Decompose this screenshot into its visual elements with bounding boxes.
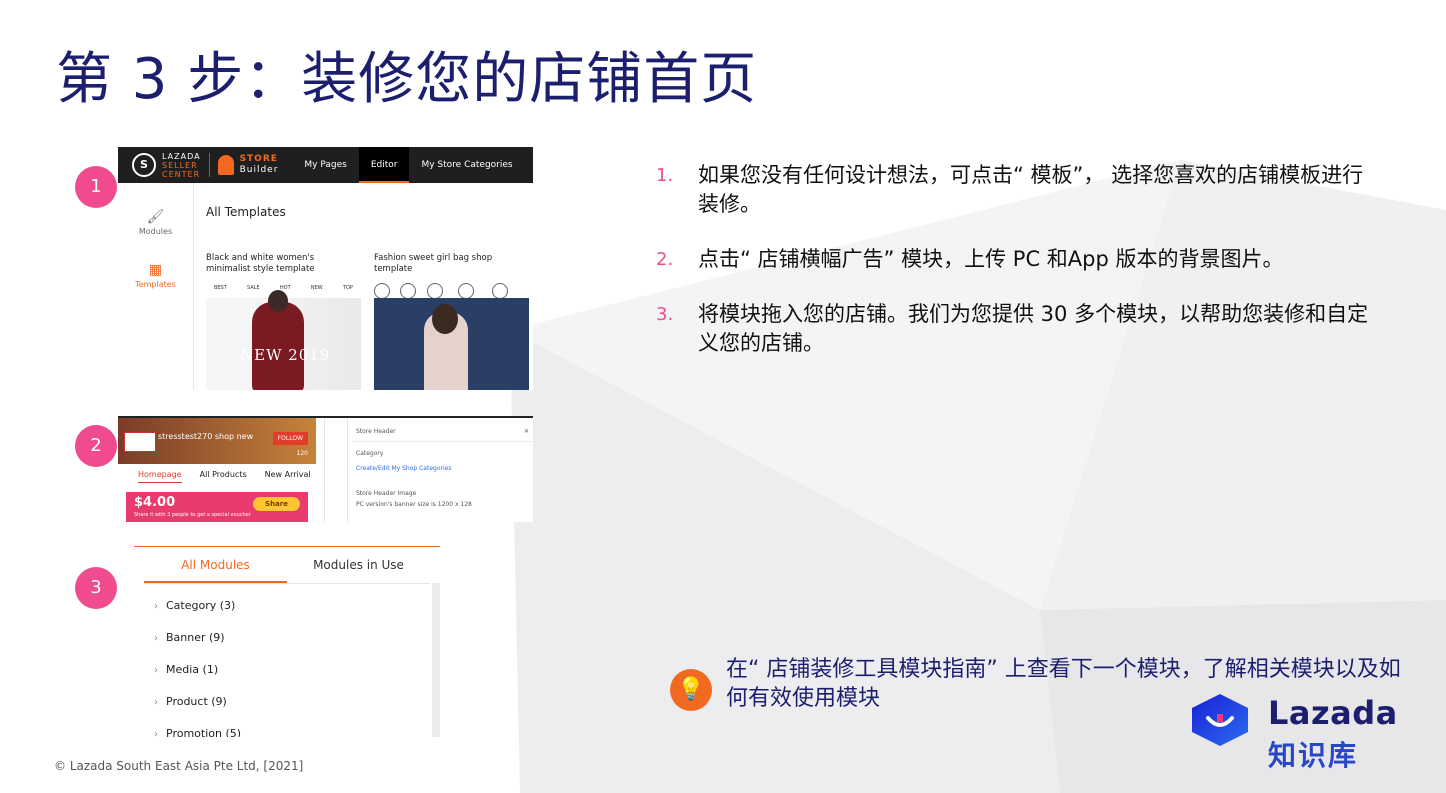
category-link[interactable]: Create/Edit My Shop Categories xyxy=(352,465,533,472)
tab-modules-in-use[interactable]: Modules in Use xyxy=(287,547,430,583)
logo-line-1: LAZADA xyxy=(162,151,201,161)
follow-button[interactable]: FOLLOW xyxy=(272,432,308,445)
toolbar-gutter xyxy=(324,418,348,522)
copyright-footer: © Lazada South East Asia Pte Ltd, [2021] xyxy=(54,759,304,773)
module-label: Promotion (5) xyxy=(166,727,242,737)
close-icon[interactable]: ✕ xyxy=(524,428,529,435)
layout-icon: ▦ xyxy=(148,262,163,278)
store-builder-line-1: STORE xyxy=(239,154,278,164)
follower-count: 120 xyxy=(296,450,308,457)
module-banner[interactable]: › Banner (9) xyxy=(154,628,440,660)
store-builder-icon xyxy=(217,155,234,175)
category-label: Category xyxy=(356,450,384,457)
module-media[interactable]: › Media (1) xyxy=(154,660,440,692)
module-product[interactable]: › Product (9) xyxy=(154,692,440,724)
step-text: 将模块拖入您的店铺。我们为您提供 30 多个模块，以帮助您装修和自定义您的店铺。 xyxy=(698,302,1369,355)
step-badge-2: 2 xyxy=(75,425,117,467)
step-badge-3: 3 xyxy=(75,567,117,609)
model-head xyxy=(432,304,458,334)
shop-tabs: Homepage All Products New Arrival xyxy=(118,464,316,483)
step-list: 1. 如果您没有任何设计想法，可点击“ 模板”， 选择您喜欢的店铺模板进行装修。… xyxy=(656,161,1376,384)
chevron-right-icon: › xyxy=(154,729,158,737)
module-label: Product (9) xyxy=(166,695,227,708)
template-nav-item: TOP xyxy=(342,285,353,291)
sidebar-item-label: Templates xyxy=(135,280,176,289)
template-name: Black and white women's minimalist style… xyxy=(206,253,315,274)
banner-text: NEW 2019 xyxy=(240,346,331,364)
model-head xyxy=(268,290,288,312)
page-title: 第 3 步：装修您的店铺首页 xyxy=(56,47,758,112)
tab-my-store-categories[interactable]: My Store Categories xyxy=(409,147,524,183)
template-preview-image xyxy=(374,298,529,390)
tab-my-pages[interactable]: My Pages xyxy=(292,147,358,183)
shop-name: stresstest270 shop new xyxy=(158,432,254,441)
store-header-screenshot: stresstest270 shop new FOLLOW 120 Homepa… xyxy=(118,416,533,522)
lazada-logo-icon: S xyxy=(132,153,156,177)
brand-subtitle: 知识库 xyxy=(1268,739,1359,772)
step-number: 1. xyxy=(656,165,674,186)
logo-line-2: SELLER xyxy=(162,160,198,170)
lightbulb-icon: 💡 xyxy=(670,669,712,711)
sidebar-item-modules[interactable]: 🖌 Modules xyxy=(118,209,193,236)
template-name: Fashion sweet girl bag shop template xyxy=(374,253,493,274)
store-builder-logo: STORE Builder xyxy=(240,154,279,176)
step-text: 如果您没有任何设计想法，可点击“ 模板”， 选择您喜欢的店铺模板进行装修。 xyxy=(698,163,1364,216)
tab-all-products[interactable]: All Products xyxy=(200,470,247,483)
sidebar-item-templates[interactable]: ▦ Templates xyxy=(118,262,193,289)
store-banner: stresstest270 shop new FOLLOW 120 xyxy=(118,418,316,464)
step-item-3: 3. 将模块拖入您的店铺。我们为您提供 30 多个模块，以帮助您装修和自定义您的… xyxy=(656,300,1376,358)
chevron-right-icon: › xyxy=(154,697,158,708)
sidebar-item-label: Modules xyxy=(138,227,173,236)
modules-panel-screenshot: All Modules Modules in Use › Category (3)… xyxy=(134,546,440,737)
tab-editor[interactable]: Editor xyxy=(358,147,410,183)
step-number: 2. xyxy=(656,249,674,270)
step-item-1: 1. 如果您没有任何设计想法，可点击“ 模板”， 选择您喜欢的店铺模板进行装修。 xyxy=(656,161,1376,219)
brand-name: Lazada xyxy=(1268,694,1398,732)
template-card-minimalist[interactable]: Black and white women's minimalist style… xyxy=(206,253,361,390)
step-item-2: 2. 点击“ 店铺横幅广告” 模块，上传 PC 和App 版本的背景图片。 xyxy=(656,245,1376,274)
builder-sidebar: 🖌 Modules ▦ Templates xyxy=(118,183,194,390)
voucher-amount: $4.00 xyxy=(134,495,176,510)
step-text: 点击“ 店铺横幅广告” 模块，上传 PC 和App 版本的背景图片。 xyxy=(698,247,1284,271)
templates-heading: All Templates xyxy=(206,205,286,219)
logo-line-3: CENTER xyxy=(162,169,201,179)
step-badge-1: 1 xyxy=(75,166,117,208)
tab-new-arrival[interactable]: New Arrival xyxy=(265,470,311,483)
chevron-right-icon: › xyxy=(154,633,158,644)
lazada-knowledge-logo: Lazada 知识库 xyxy=(1188,692,1398,772)
store-builder-line-2: Builder xyxy=(239,165,279,175)
share-button[interactable]: Share xyxy=(253,497,300,511)
lazada-heart-icon xyxy=(1192,694,1248,746)
chevron-right-icon: › xyxy=(154,601,158,612)
module-label: Media (1) xyxy=(166,663,219,676)
module-label: Category (3) xyxy=(166,599,236,612)
shop-avatar xyxy=(124,432,156,452)
voucher-banner: $4.00 Share it with 3 people to get a sp… xyxy=(126,492,308,522)
module-category[interactable]: › Category (3) xyxy=(154,596,440,628)
voucher-text: Share it with 3 people to get a special … xyxy=(134,512,251,518)
chevron-right-icon: › xyxy=(154,665,158,676)
module-label: Banner (9) xyxy=(166,631,225,644)
scrollbar[interactable] xyxy=(432,583,440,737)
template-nav-item: NEW xyxy=(310,285,323,291)
module-list: › Category (3) › Banner (9) › Media (1) › Pr… xyxy=(134,584,440,737)
template-card-bag-shop[interactable]: Fashion sweet girl bag shop template Hot… xyxy=(374,253,529,390)
image-hint: PC version's banner size is 1200 x 128 xyxy=(356,501,472,508)
step-number: 3. xyxy=(656,304,674,325)
template-nav-item: SALE xyxy=(247,285,260,291)
tab-homepage[interactable]: Homepage xyxy=(138,470,182,483)
store-header-panel: Store Header ✕ Category Create/Edit My S… xyxy=(352,418,533,522)
modules-tabs: All Modules Modules in Use xyxy=(144,547,430,584)
template-nav-item: BEST xyxy=(214,285,227,291)
tab-all-modules[interactable]: All Modules xyxy=(144,547,287,583)
paint-roller-icon: 🖌 xyxy=(146,209,165,225)
store-builder-screenshot: S LAZADA SELLER CENTER STORE Builder My … xyxy=(118,147,533,390)
module-promotion[interactable]: › Promotion (5) xyxy=(154,724,440,737)
image-label: Store Header Image xyxy=(356,490,417,497)
panel-title: Store Header xyxy=(356,428,396,435)
divider xyxy=(208,153,210,177)
template-preview-image: NEW 2019 xyxy=(206,290,361,390)
store-builder-header: S LAZADA SELLER CENTER STORE Builder My … xyxy=(118,147,533,183)
seller-center-logo: LAZADA SELLER CENTER xyxy=(162,152,201,179)
